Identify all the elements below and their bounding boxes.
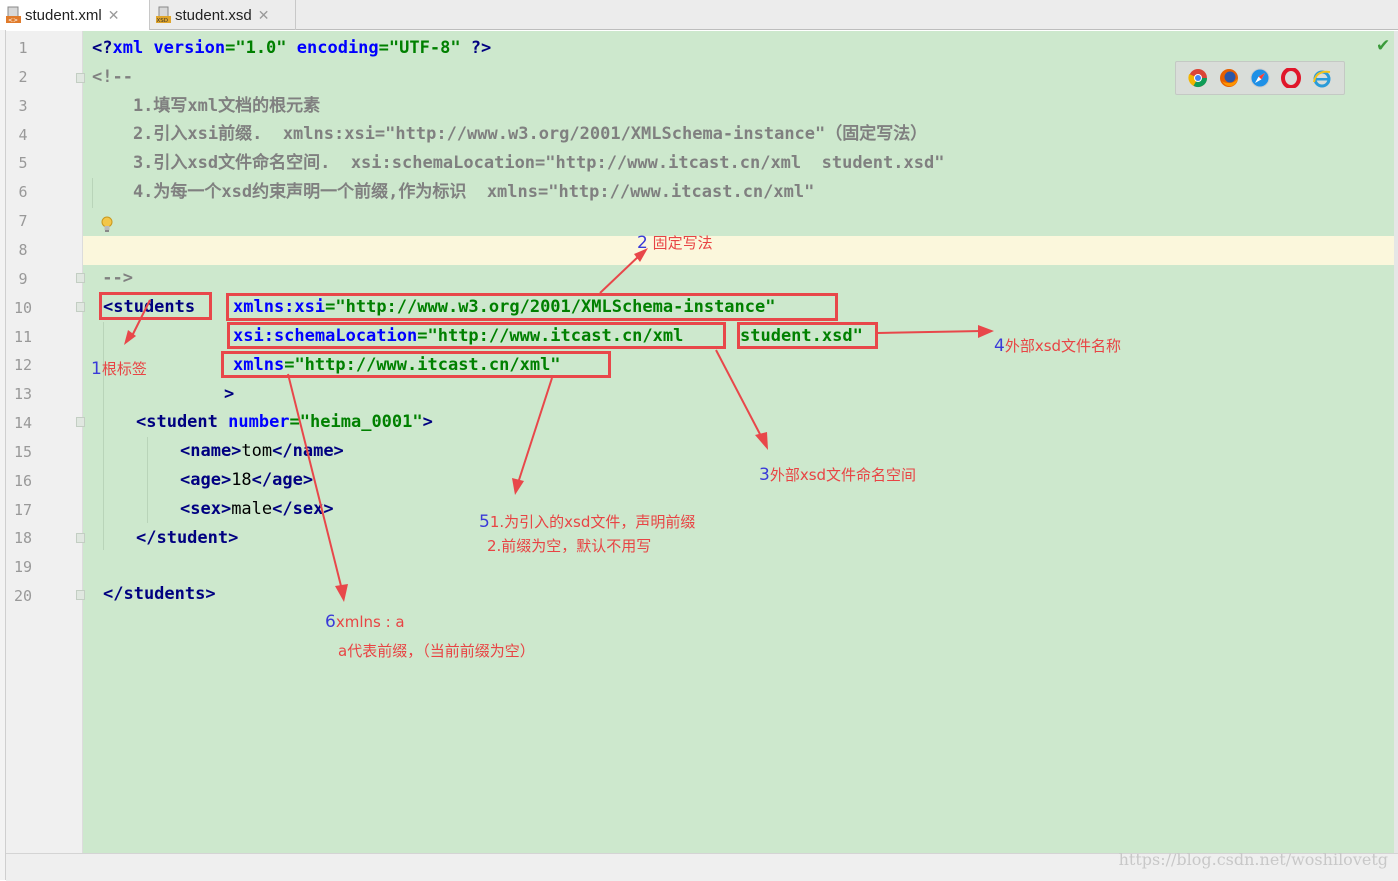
line-number: 18 xyxy=(13,529,33,548)
line-number: 13 xyxy=(13,385,33,404)
editor-tab-bar: <> student.xml ✕ XSD student.xsd ✕ xyxy=(0,0,1398,30)
code-line-13: > xyxy=(224,384,235,404)
annotation-2: 2 固定写法 xyxy=(637,233,713,253)
svg-text:XSD: XSD xyxy=(157,18,169,24)
annotation-6-line2: a代表前缀，（当前前缀为空） xyxy=(338,642,535,660)
annotation-5: 51.为引入的xsd文件，声明前缀 xyxy=(479,512,696,532)
line-number: 15 xyxy=(13,442,33,461)
highlight-root-tag xyxy=(99,292,212,320)
annotation-1: 1根标签 xyxy=(91,359,147,379)
annotation-6: 6xmlns : a xyxy=(325,612,405,632)
tab-student-xsd[interactable]: XSD student.xsd ✕ xyxy=(150,0,296,30)
fold-marker[interactable] xyxy=(76,73,85,83)
line-number: 19 xyxy=(13,558,33,577)
inspection-ok-icon[interactable]: ✔ xyxy=(1376,36,1390,56)
code-line-3: 1.填写xml文档的根元素 xyxy=(92,96,321,116)
code-line-18: </student> xyxy=(136,528,239,548)
line-number: 17 xyxy=(13,500,33,519)
indent-guide xyxy=(147,437,148,523)
code-line-16: <age>18</age> xyxy=(180,470,314,490)
line-number: 3 xyxy=(18,96,28,115)
vertical-scrollbar[interactable] xyxy=(1394,31,1398,853)
lightbulb-icon[interactable] xyxy=(100,216,113,232)
highlight-xsi-prefix xyxy=(226,293,838,321)
safari-icon[interactable] xyxy=(1250,68,1270,88)
chrome-icon[interactable] xyxy=(1188,68,1208,88)
code-line-15: <name>tom</name> xyxy=(180,441,344,461)
close-icon[interactable]: ✕ xyxy=(108,7,120,24)
watermark: https://blog.csdn.net/woshilovetg xyxy=(1118,850,1388,869)
line-number: 12 xyxy=(13,356,33,375)
tab-label: student.xml xyxy=(25,6,102,24)
code-line-4: 2.引入xsi前缀. xmlns:xsi="http://www.w3.org/… xyxy=(92,124,928,144)
fold-marker[interactable] xyxy=(76,533,85,543)
tab-label: student.xsd xyxy=(175,6,252,24)
line-number: 16 xyxy=(13,471,33,490)
firefox-icon[interactable] xyxy=(1219,68,1239,88)
fold-marker[interactable] xyxy=(76,590,85,600)
line-number: 1 xyxy=(18,39,28,57)
annotation-4: 4外部xsd文件名称 xyxy=(994,336,1122,356)
line-number: 20 xyxy=(13,587,33,606)
line-number: 6 xyxy=(18,183,28,202)
code-line-17: <sex>male</sex> xyxy=(180,499,334,519)
fold-marker[interactable] xyxy=(76,417,85,427)
highlight-xsd-filename xyxy=(737,322,878,349)
code-line-5: 3.引入xsd文件命名空间. xsi:schemaLocation="http:… xyxy=(92,153,945,173)
line-number: 10 xyxy=(13,298,33,317)
line-number: 9 xyxy=(18,269,28,288)
code-line-9: --> xyxy=(92,268,133,288)
current-line-highlight xyxy=(83,236,1394,265)
xsd-file-icon: XSD xyxy=(156,6,171,24)
fold-marker[interactable] xyxy=(76,273,85,283)
code-line-14: <student number="heima_0001"> xyxy=(136,412,433,432)
highlight-schema-location xyxy=(227,322,726,349)
tab-student-xml[interactable]: <> student.xml ✕ xyxy=(0,0,150,30)
code-line-6: 4.为每一个xsd约束声明一个前缀,作为标识 xmlns="http://www… xyxy=(92,182,815,202)
code-line-1: <?xml version="1.0" encoding="UTF-8" ?> xyxy=(92,38,492,58)
opera-icon[interactable] xyxy=(1281,67,1302,89)
line-number: 2 xyxy=(18,67,28,86)
indent-guide xyxy=(103,322,104,550)
line-number: 14 xyxy=(13,414,33,433)
xml-file-icon: <> xyxy=(6,6,21,24)
ie-icon[interactable] xyxy=(1312,68,1332,88)
annotation-3: 3外部xsd文件命名空间 xyxy=(759,465,917,485)
line-number: 4 xyxy=(18,125,28,144)
highlight-xmlns xyxy=(221,351,611,378)
fold-marker[interactable] xyxy=(76,302,85,312)
close-icon[interactable]: ✕ xyxy=(258,7,270,24)
line-number: 5 xyxy=(18,154,28,173)
annotation-5-line2: 2.前缀为空，默认不用写 xyxy=(487,537,652,555)
line-number: 11 xyxy=(13,327,33,346)
line-number: 8 xyxy=(18,240,28,259)
code-line-2: <!-- xyxy=(92,67,133,87)
code-line-20: </students> xyxy=(103,584,216,604)
line-number: 7 xyxy=(18,212,28,231)
svg-text:<>: <> xyxy=(8,17,18,24)
browser-preview-toolbar xyxy=(1175,61,1345,95)
